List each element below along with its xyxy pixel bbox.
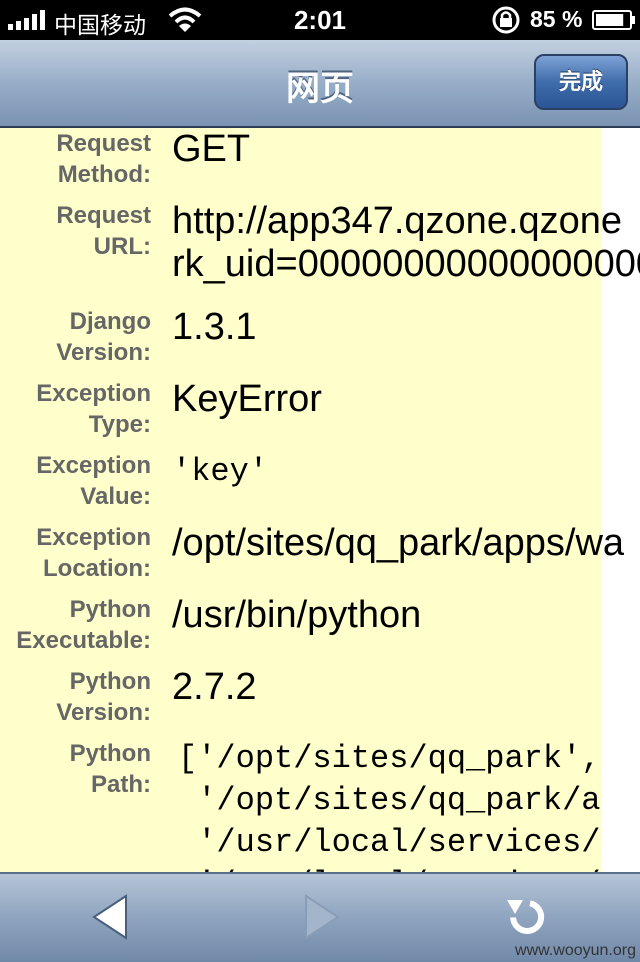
row-label: Python Executable: (16, 596, 151, 654)
battery-percent: 85 % (530, 6, 583, 32)
reload-icon[interactable] (505, 896, 551, 940)
row-value: GET (172, 128, 251, 170)
python-path-list: ['/opt/sites/qq_park', '/opt/sites/qq_pa… (178, 738, 600, 872)
web-content[interactable]: Request Method: GET Request URL: http://ap… (0, 128, 640, 872)
browser-toolbar: www.wooyun.org (0, 872, 640, 962)
row-label: Exception Type: (36, 380, 151, 438)
rotation-lock-icon (492, 6, 520, 34)
row-label: Python Path: (69, 740, 151, 798)
battery-icon (592, 10, 635, 30)
row-label: Exception Value: (36, 452, 151, 510)
path-line: ['/opt/sites/qq_park', (178, 740, 601, 777)
row-label: Python Version: (56, 668, 151, 726)
row-value: /usr/bin/python (172, 594, 422, 636)
done-button[interactable]: 完成 (534, 54, 628, 110)
row-label: Request URL: (56, 202, 151, 260)
path-line: '/usr/local/services/ (178, 824, 601, 861)
row-label: Exception Location: (36, 524, 151, 582)
row-value: 'key' (172, 453, 269, 490)
watermark: www.wooyun.org (515, 942, 636, 959)
path-line: '/usr/local/services/ (178, 864, 600, 872)
request-url-link[interactable]: http://app347.qzone.qzone rk_uid=00000000… (172, 200, 640, 286)
back-arrow-icon[interactable] (92, 894, 128, 940)
row-value: 2.7.2 (172, 666, 257, 708)
row-value: KeyError (172, 378, 322, 420)
row-value: /opt/sites/qq_park/apps/wa (172, 522, 625, 564)
row-value: 1.3.1 (172, 306, 257, 348)
row-label: Request Method: (56, 130, 151, 188)
row-label: Django Version: (56, 308, 151, 366)
forward-arrow-icon[interactable] (304, 894, 340, 940)
status-bar: 中国移动 2:01 85 % (0, 0, 640, 40)
navigation-bar: 网页 完成 (0, 40, 640, 128)
path-line: '/opt/sites/qq_park/a (178, 782, 601, 819)
